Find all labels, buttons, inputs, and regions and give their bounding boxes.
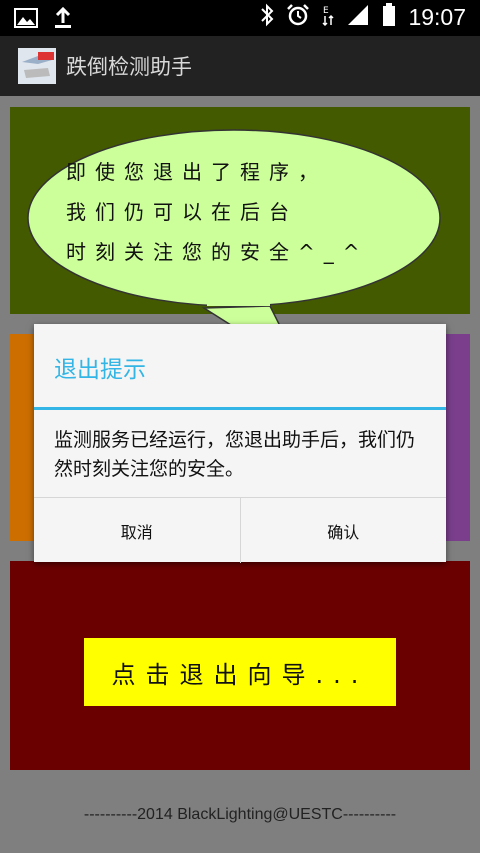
battery-icon <box>382 3 396 31</box>
app-title: 跌倒检测助手 <box>66 55 192 79</box>
data-arrows-icon: E <box>322 3 334 31</box>
dialog-button-bar: 取消 确认 <box>34 497 446 563</box>
bluetooth-icon <box>260 3 274 31</box>
status-bar: E 19:07 <box>0 0 480 36</box>
bubble-line: 即使您退出了程序， <box>66 160 327 184</box>
alarm-icon <box>286 3 310 31</box>
dialog-title: 退出提示 <box>54 357 146 383</box>
dialog-message: 监测服务已经运行，您退出助手后，我们仍然时刻关注您的安全。 <box>54 429 416 480</box>
cancel-button[interactable]: 取消 <box>34 498 240 563</box>
exit-guide-button[interactable]: 点击退出向导... <box>84 638 396 706</box>
image-icon <box>14 7 38 33</box>
footer-credit: ----------2014 BlackLighting@UESTC------… <box>83 806 397 823</box>
bubble-text: 即使您退出了程序， 我们仍可以在后台 时刻关注您的安全^_^ <box>66 152 426 272</box>
dialog-divider <box>34 407 446 410</box>
confirm-button[interactable]: 确认 <box>239 498 447 563</box>
app-logo-icon[interactable] <box>18 48 56 84</box>
exit-dialog: 退出提示 监测服务已经运行，您退出助手后，我们仍然时刻关注您的安全。 取消 确认 <box>34 324 446 563</box>
svg-text:E: E <box>323 6 329 16</box>
status-time: 19:07 <box>408 3 466 30</box>
signal-icon <box>346 4 370 30</box>
action-bar: 跌倒检测助手 <box>0 36 480 96</box>
bubble-line: 我们仍可以在后台 <box>66 200 298 224</box>
download-icon <box>54 6 72 33</box>
bubble-line: 时刻关注您的安全^_^ <box>66 240 369 264</box>
